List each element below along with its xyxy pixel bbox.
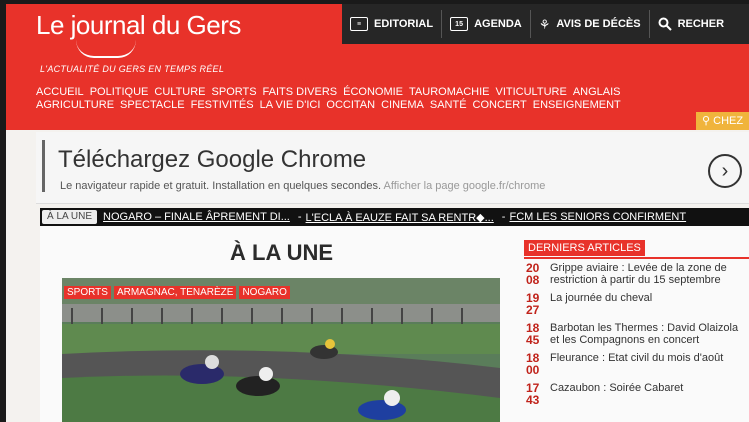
article-title[interactable]: La journée du cheval: [550, 292, 652, 316]
nav-item[interactable]: LA VIE D'ICI: [260, 99, 321, 112]
promo-subtitle: Le navigateur rapide et gratuit. Install…: [60, 180, 545, 192]
chrome-promo-banner[interactable]: Téléchargez Google Chrome Le navigateur …: [36, 132, 749, 204]
nav-item[interactable]: SANTÉ: [430, 99, 467, 112]
list-item[interactable]: 18 45 Barbotan les Thermes : David Olaizo…: [524, 322, 749, 346]
featured-photo[interactable]: [62, 278, 500, 422]
article-date: 20 08: [526, 261, 540, 287]
nav-item[interactable]: SPORTS: [212, 86, 257, 99]
news-ticker: À LA UNE NOGARO – FINALE ÂPREMENT DI... …: [40, 208, 749, 226]
article-date: 18 00: [526, 351, 540, 377]
article-date: 19 27: [526, 291, 540, 317]
nav-item[interactable]: ÉCONOMIE: [343, 86, 403, 99]
agenda-label: AGENDA: [474, 18, 522, 30]
search-icon: [658, 17, 672, 31]
ticker-item[interactable]: L'ECLA À EAUZE FAIT SA RENTR◆...: [306, 211, 494, 224]
nav-item[interactable]: AGRICULTURE: [36, 99, 114, 112]
top-toolbar: ≡ EDITORIAL 15 AGENDA ⚘ AVIS DE DÉCÈS RE…: [342, 4, 749, 44]
site-logo[interactable]: Le journal du Gers: [36, 10, 241, 41]
article-tags: SPORTS ARMAGNAC, TENARÈZE NOGARO: [64, 286, 290, 299]
location-button[interactable]: ⚲ CHEZ: [696, 112, 749, 130]
nav-item[interactable]: ACCUEIL: [36, 86, 84, 99]
flower-icon: ⚘: [538, 16, 551, 32]
ticker-item[interactable]: FCM LES SENIORS CONFIRMENT: [509, 211, 686, 223]
nav-row-2: AGRICULTURE SPECTACLE FESTIVITÉS LA VIE …: [36, 99, 676, 112]
main-nav: ACCUEIL POLITIQUE CULTURE SPORTS FAITS D…: [36, 86, 676, 112]
article-date: 18 45: [526, 321, 540, 347]
chevron-right-icon[interactable]: ›: [708, 154, 742, 188]
ticker-separator: -: [501, 211, 506, 223]
nav-item[interactable]: POLITIQUE: [90, 86, 149, 99]
nav-item[interactable]: CINEMA: [381, 99, 424, 112]
nav-item[interactable]: CULTURE: [154, 86, 205, 99]
article-title[interactable]: Fleurance : Etat civil du mois d'août: [550, 352, 723, 376]
search-link[interactable]: RECHER: [650, 10, 732, 38]
nav-row-1: ACCUEIL POLITIQUE CULTURE SPORTS FAITS D…: [36, 86, 676, 99]
nav-item[interactable]: FAITS DIVERS: [263, 86, 338, 99]
newspaper-icon: ≡: [350, 17, 368, 31]
nav-item[interactable]: TAUROMACHIE: [409, 86, 489, 99]
editorial-label: EDITORIAL: [374, 18, 434, 30]
main-content: À LA UNE SPORTS ARMAGNAC, TENARÈZE NOGAR…: [40, 226, 749, 422]
promo-title: Téléchargez Google Chrome: [58, 146, 367, 173]
editorial-link[interactable]: ≡ EDITORIAL: [342, 10, 443, 38]
tag-sports[interactable]: SPORTS: [64, 286, 111, 299]
ticker-item[interactable]: NOGARO – FINALE ÂPREMENT DI...: [103, 211, 290, 223]
tag-armagnac[interactable]: ARMAGNAC, TENARÈZE: [113, 286, 237, 299]
nav-item[interactable]: FESTIVITÉS: [191, 99, 254, 112]
nav-item[interactable]: ENSEIGNEMENT: [533, 99, 621, 112]
tag-nogaro[interactable]: NOGARO: [239, 286, 290, 299]
promo-description: Le navigateur rapide et gratuit. Install…: [60, 180, 382, 192]
location-pin-icon: ⚲: [702, 115, 711, 127]
site-tagline: L'ACTUALITÉ DU GERS EN TEMPS RÉEL: [40, 64, 225, 74]
promo-accent-bar: [42, 140, 45, 192]
calendar-icon: 15: [450, 17, 469, 31]
list-item[interactable]: 19 27 La journée du cheval: [524, 292, 749, 316]
latest-articles: DERNIERS ARTICLES 20 08 Grippe aviaire : …: [524, 238, 749, 422]
location-label: CHEZ: [713, 115, 744, 127]
ticker-separator: -: [297, 211, 302, 223]
promo-link[interactable]: Afficher la page google.fr/chrome: [384, 180, 546, 192]
nav-item[interactable]: CONCERT: [473, 99, 527, 112]
search-label: RECHER: [677, 18, 725, 30]
logo-swoosh: [76, 40, 136, 58]
article-title[interactable]: Grippe aviaire : Levée de la zone de res…: [550, 262, 749, 286]
list-item[interactable]: 18 00 Fleurance : Etat civil du mois d'ao…: [524, 352, 749, 376]
ticker-label: À LA UNE: [42, 210, 98, 224]
heading-underline: [524, 257, 749, 259]
article-title[interactable]: Cazaubon : Soirée Cabaret: [550, 382, 683, 406]
browser-screen: Le journal du Gers L'ACTUALITÉ DU GERS E…: [6, 4, 749, 422]
site-header: Le journal du Gers L'ACTUALITÉ DU GERS E…: [6, 4, 749, 130]
nav-item[interactable]: OCCITAN: [326, 99, 375, 112]
latest-articles-heading: DERNIERS ARTICLES: [524, 240, 645, 256]
avis-deces-link[interactable]: ⚘ AVIS DE DÉCÈS: [531, 10, 650, 38]
nav-item[interactable]: VITICULTURE: [496, 86, 567, 99]
article-title[interactable]: Barbotan les Thermes : David Olaizola et…: [550, 322, 749, 346]
agenda-link[interactable]: 15 AGENDA: [442, 10, 531, 38]
article-date: 17 43: [526, 381, 540, 407]
nav-item[interactable]: SPECTACLE: [120, 99, 185, 112]
section-title: À LA UNE: [230, 240, 334, 265]
list-item[interactable]: 17 43 Cazaubon : Soirée Cabaret: [524, 382, 749, 406]
avis-deces-label: AVIS DE DÉCÈS: [556, 18, 641, 30]
nav-item[interactable]: ANGLAIS: [573, 86, 621, 99]
motorcycle-race-image: [62, 278, 500, 422]
list-item[interactable]: 20 08 Grippe aviaire : Levée de la zone d…: [524, 262, 749, 286]
